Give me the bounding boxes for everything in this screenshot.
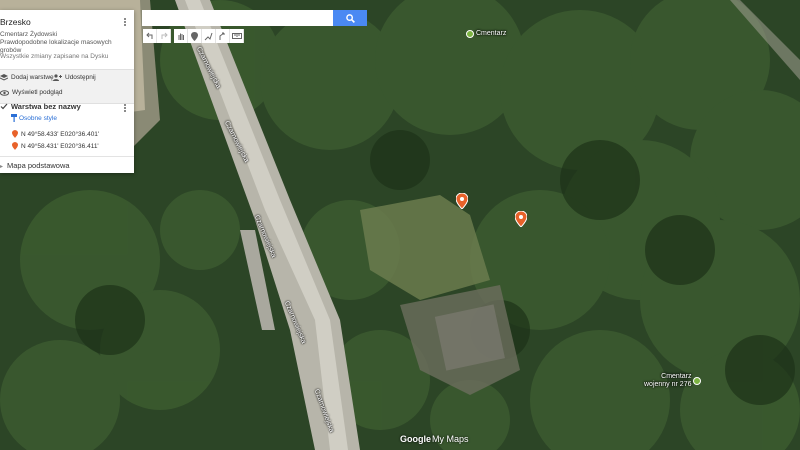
paint-roller-icon — [11, 114, 17, 122]
poi-label: Cmentarz wojenny nr 276 — [644, 373, 692, 388]
add-layer-icon — [0, 74, 8, 81]
hand-tool-button[interactable] — [174, 29, 188, 43]
draw-line-icon — [204, 32, 213, 40]
search-button[interactable] — [333, 10, 367, 26]
marker-icon — [12, 130, 18, 138]
measure-button[interactable] — [230, 29, 244, 43]
divider — [0, 156, 134, 157]
marker-icon — [191, 31, 198, 41]
hand-icon — [178, 33, 184, 40]
poi-cemetery[interactable]: Cmentarz — [466, 30, 506, 38]
logo-google-text: Google — [400, 434, 431, 444]
add-person-icon — [53, 74, 62, 81]
description-line-1: Cmentarz Żydowski — [0, 31, 58, 38]
directions-button[interactable] — [216, 29, 230, 43]
share-button[interactable]: Udostępnij — [53, 74, 96, 81]
map-marker-1[interactable] — [456, 193, 468, 209]
draw-line-button[interactable] — [202, 29, 216, 43]
layer-style-label: Osobne style — [19, 114, 57, 122]
logo-mymaps-text: My Maps — [432, 434, 469, 444]
preview-button[interactable]: Wyświetl podgląd — [0, 89, 63, 96]
layer-point-item[interactable]: N 49°58.431' E020°36.411' — [12, 142, 99, 150]
checkbox-checked-icon[interactable] — [0, 103, 8, 110]
search-input[interactable] — [142, 10, 333, 26]
add-layer-label: Dodaj warstwę — [11, 74, 54, 81]
google-mymaps-logo: Google My Maps — [400, 434, 469, 444]
cemetery-icon — [693, 377, 702, 385]
layer-options-menu[interactable] — [122, 103, 128, 113]
save-status: Wszystkie zmiany zapisane na Dysku — [0, 53, 109, 60]
ruler-icon — [231, 33, 242, 39]
map-description[interactable]: Cmentarz Żydowski Prawdopodobne lokaliza… — [0, 31, 125, 55]
undo-icon — [145, 32, 152, 39]
map-options-menu[interactable] — [122, 17, 128, 27]
map-details-panel: Brzesko Cmentarz Żydowski Prawdopodobne … — [0, 10, 134, 173]
map-title[interactable]: Brzesko — [0, 17, 31, 27]
basemap-toggle[interactable]: ▸ Mapa podstawowa — [0, 161, 70, 170]
layer-name[interactable]: Warstwa bez nazwy — [11, 102, 81, 111]
point-label: N 49°58.431' E020°36.411' — [21, 142, 99, 150]
panel-actions: Dodaj warstwę Udostępnij Wyświetl podglą… — [0, 69, 134, 104]
cemetery-icon — [466, 30, 474, 38]
layer-point-item[interactable]: N 49°58.433' E020°36.401' — [12, 130, 99, 138]
redo-icon — [161, 32, 168, 39]
poi-war-cemetery[interactable]: Cmentarz wojenny nr 276 — [644, 373, 702, 389]
share-label: Udostępnij — [65, 74, 96, 81]
poi-label: Cmentarz — [476, 30, 507, 37]
chevron-right-icon: ▸ — [0, 164, 4, 170]
directions-icon — [219, 32, 225, 40]
undo-button[interactable] — [143, 29, 157, 43]
marker-icon — [12, 142, 18, 150]
point-label: N 49°58.433' E020°36.401' — [21, 130, 100, 138]
map-toolbar — [143, 29, 244, 43]
eye-icon — [0, 89, 9, 96]
description-line-2: Prawdopodobne lokalizacje masowych grobó… — [0, 39, 112, 54]
map-marker-2[interactable] — [515, 211, 527, 227]
add-marker-button[interactable] — [188, 29, 202, 43]
search-icon — [345, 13, 355, 23]
layer-style-link[interactable]: Osobne style — [11, 114, 57, 122]
preview-label: Wyświetl podgląd — [12, 89, 63, 96]
layer-header[interactable]: Warstwa bez nazwy — [0, 102, 81, 111]
basemap-label: Mapa podstawowa — [7, 161, 70, 170]
add-layer-button[interactable]: Dodaj warstwę — [0, 74, 54, 81]
redo-button[interactable] — [157, 29, 171, 43]
